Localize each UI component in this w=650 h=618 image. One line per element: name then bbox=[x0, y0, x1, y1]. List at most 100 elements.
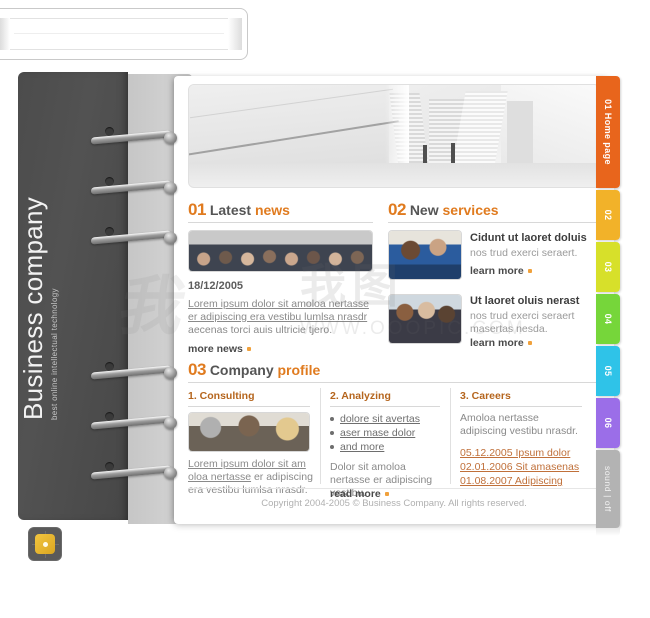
tab-label-05: 05 bbox=[603, 365, 613, 377]
target-square-icon[interactable] bbox=[28, 527, 62, 561]
service-thumbnail-2[interactable] bbox=[388, 294, 462, 344]
career-link-2[interactable]: 02.01.2006 Sit amasenas bbox=[460, 460, 579, 474]
footer-rule bbox=[188, 488, 600, 489]
list-item[interactable]: and more bbox=[330, 440, 445, 454]
news-body-text: aecenas torci auis ultricie tjero. bbox=[188, 324, 333, 336]
section-number: 02 bbox=[388, 200, 406, 219]
section-header-latest-news: 01 Latest news bbox=[188, 200, 290, 220]
section-rule-news bbox=[188, 222, 373, 223]
bullet-square-icon bbox=[384, 492, 389, 497]
profile-col-2-rule bbox=[330, 406, 440, 407]
profile-col-2-heading: 2. Analyzing bbox=[330, 390, 391, 402]
hero-wall-rail bbox=[189, 120, 399, 156]
section-header-new-services: 02 New services bbox=[388, 200, 499, 220]
browser-top-bar bbox=[0, 8, 248, 60]
section-title-accent: profile bbox=[277, 362, 321, 378]
binder-ring bbox=[91, 415, 177, 430]
profile-col-3-rule bbox=[460, 406, 582, 407]
bullet-link-3: and more bbox=[340, 441, 385, 453]
service-text-1: nos trud exerci seraert. bbox=[470, 247, 578, 259]
logo-center-dot bbox=[43, 542, 48, 547]
tab-05[interactable]: 05 bbox=[596, 346, 620, 396]
list-item[interactable]: aser mase dolor bbox=[330, 426, 445, 440]
career-link-1[interactable]: 05.12.2005 Ipsum dolor bbox=[460, 446, 570, 460]
service-text-2: nos trud exerci seraert masertas nesda. bbox=[470, 310, 575, 335]
profile-divider-2 bbox=[450, 388, 451, 484]
meeting-handshake-photo bbox=[189, 413, 309, 451]
profile-thumbnail-consulting[interactable] bbox=[188, 412, 310, 452]
tab-strip-foot bbox=[596, 528, 620, 536]
brand-block: Business company best online intellectua… bbox=[18, 120, 80, 420]
profile-col-1-heading: 1. Consulting bbox=[188, 390, 255, 402]
section-rule-services bbox=[388, 222, 600, 223]
binder-ring bbox=[91, 130, 177, 145]
list-item[interactable]: dolore sit avertas bbox=[330, 412, 445, 426]
more-news-link[interactable]: more news bbox=[188, 343, 251, 355]
hero-floor bbox=[189, 163, 599, 187]
news-thumbnail[interactable] bbox=[188, 230, 373, 272]
binder-ring bbox=[91, 465, 177, 480]
more-news-label: more news bbox=[188, 343, 243, 355]
bullet-square-icon bbox=[527, 269, 532, 274]
three-businessmen-photo bbox=[389, 295, 461, 343]
brand-tagline: best online intellectual technology bbox=[50, 288, 59, 420]
tab-label-sound: sound | off bbox=[603, 466, 613, 512]
tab-04[interactable]: 04 bbox=[596, 294, 620, 344]
notebook-shell: Business company best online intellectua… bbox=[18, 72, 632, 561]
section-header-company-profile: 03 Company profile bbox=[188, 360, 320, 380]
profile-col-1-rule bbox=[188, 406, 310, 407]
section-title-accent: services bbox=[442, 202, 499, 218]
binder-ring bbox=[91, 180, 177, 195]
tab-label-04: 04 bbox=[603, 313, 613, 325]
brand-title: Business company bbox=[18, 196, 48, 420]
hero-banner-image bbox=[188, 84, 600, 188]
service-title-1: Cidunt ut laoret doluis bbox=[470, 232, 587, 244]
tab-06[interactable]: 06 bbox=[596, 398, 620, 448]
section-rule-profile bbox=[188, 382, 600, 383]
tab-label-06: 06 bbox=[603, 417, 613, 429]
learn-more-link-1[interactable]: learn more bbox=[470, 265, 532, 277]
bullet-link-2: aser mase dolor bbox=[340, 427, 416, 439]
profile-col-2-bullets: dolore sit avertas aser mase dolor and m… bbox=[330, 412, 445, 454]
profile-divider-1 bbox=[320, 388, 321, 484]
bullet-link-1: dolore sit avertas bbox=[340, 413, 420, 425]
learn-more-link-2[interactable]: learn more bbox=[470, 337, 532, 349]
binder-ring bbox=[91, 365, 177, 380]
two-men-at-laptop-photo bbox=[389, 231, 461, 279]
profile-col-3-text: Amoloa nertasse adipiscing vestibu nrasd… bbox=[460, 412, 578, 437]
top-bar-divider bbox=[14, 33, 224, 34]
hero-door bbox=[507, 101, 533, 163]
tab-label-02: 02 bbox=[603, 209, 613, 221]
news-summary: Lorem ipsum dolor sit amoloa nertasse er… bbox=[188, 298, 376, 337]
learn-more-label-2: learn more bbox=[470, 337, 524, 349]
top-bar-field[interactable] bbox=[8, 18, 232, 50]
business-group-photo bbox=[189, 231, 372, 271]
profile-col-3-heading: 3. Careers bbox=[460, 390, 511, 402]
section-number: 01 bbox=[188, 200, 206, 219]
service-thumbnail-1[interactable] bbox=[388, 230, 462, 280]
page-content: 01 Latest news 18/12/2005 Lorem ipsum do… bbox=[174, 76, 614, 524]
content-page: 01 Latest news 18/12/2005 Lorem ipsum do… bbox=[174, 76, 614, 524]
news-headline-link[interactable]: Lorem ipsum dolor sit amoloa nertasse er… bbox=[188, 298, 369, 323]
bullet-square-icon bbox=[246, 347, 251, 352]
career-link-3[interactable]: 01.08.2007 Adipiscing bbox=[460, 474, 563, 488]
tab-home-page[interactable]: 01 Home page bbox=[596, 76, 620, 188]
tab-02[interactable]: 02 bbox=[596, 190, 620, 240]
section-title-primary: New bbox=[409, 202, 439, 218]
section-title-primary: Latest bbox=[209, 202, 252, 218]
learn-more-label-1: learn more bbox=[470, 265, 524, 277]
hero-wall-seam bbox=[189, 88, 394, 119]
service-title-2: Ut laoret oluis nerast bbox=[470, 295, 580, 307]
top-bar-shade-right bbox=[228, 18, 242, 50]
tab-label-01: 01 Home page bbox=[603, 99, 613, 165]
bullet-square-icon bbox=[527, 341, 532, 346]
profile-col-1-text: Lorem ipsum dolor sit am oloa nertasse e… bbox=[188, 458, 314, 497]
top-bar-shade-left bbox=[0, 18, 10, 50]
side-tab-strip: 01 Home page 02 03 04 05 06 sound | off bbox=[596, 76, 620, 536]
binder-ring bbox=[91, 230, 177, 245]
tab-03[interactable]: 03 bbox=[596, 242, 620, 292]
section-title-primary: Company bbox=[209, 362, 274, 378]
tab-sound-toggle[interactable]: sound | off bbox=[596, 450, 620, 528]
section-number: 03 bbox=[188, 360, 206, 379]
tab-label-03: 03 bbox=[603, 261, 613, 273]
